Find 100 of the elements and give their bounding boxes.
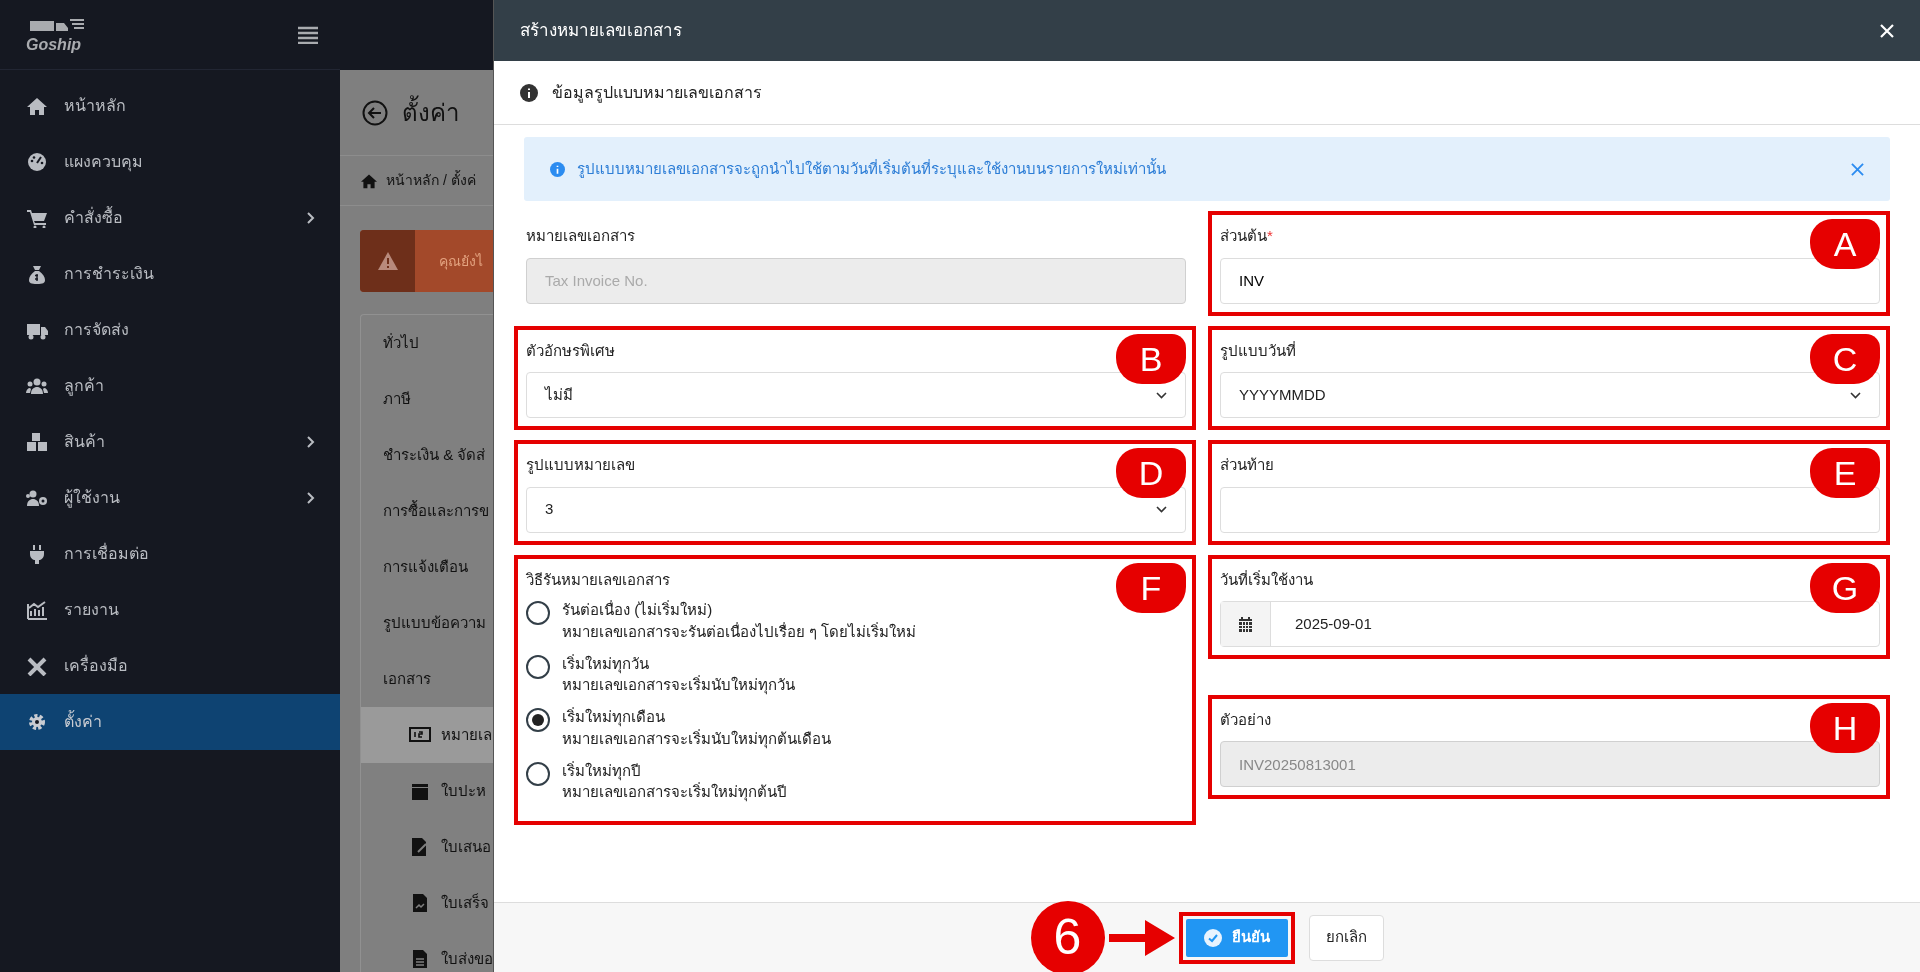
- chevron-down-icon: [1156, 506, 1167, 513]
- text-field[interactable]: INV: [1220, 257, 1880, 304]
- annotation-badge: E: [1810, 448, 1880, 498]
- calendar-icon: [1238, 616, 1253, 632]
- submenu-label: ใบเสนอ: [441, 836, 491, 857]
- settings-submenu-item[interactable]: ใบเสร็จ: [361, 875, 493, 931]
- dropdown[interactable]: 3: [526, 486, 1186, 533]
- radio-button[interactable]: [526, 761, 550, 786]
- submenu-label: ใบส่งขอ: [441, 948, 493, 969]
- required-mark: *: [1267, 227, 1273, 244]
- settings-submenu-item[interactable]: หมายเล: [361, 707, 493, 763]
- settings-submenu-item[interactable]: ใบส่งขอ: [361, 931, 493, 972]
- sidebar-item[interactable]: ผู้ใช้งาน: [0, 470, 340, 526]
- option-title: เริ่มใหม่ทุกเดือน: [562, 706, 666, 728]
- field-label: ตัวอักษรพิเศษ: [526, 340, 615, 361]
- option-title: เริ่มใหม่ทุกวัน: [562, 653, 649, 674]
- date-field[interactable]: 2025-09-01: [1220, 601, 1880, 647]
- sidebar-label: ผู้ใช้งาน: [64, 487, 121, 510]
- text-field: Tax Invoice No.: [526, 257, 1186, 304]
- settings-submenu-item[interactable]: ใบปะห: [361, 763, 493, 819]
- info-text: รูปแบบหมายเลขเอกสารจะถูกนำไปใช้ตามวันที่เริ่มต้นที่ระบุและใช้งานบนรายการใหม่เท่านั้น: [577, 157, 1167, 181]
- annotation-badge: C: [1810, 333, 1880, 384]
- cancel-button[interactable]: ยกเลิก: [1308, 914, 1384, 961]
- sidebar-item[interactable]: ตั้งค่า: [0, 694, 340, 750]
- tools-icon: [26, 656, 48, 676]
- sidebar-item[interactable]: ลูกค้า: [0, 358, 340, 414]
- option-description: หมายเลขเอกสารจะเริ่มนับใหม่ทุกต้นเดือน: [562, 728, 831, 750]
- option-title: รันต่อเนื่อง (ไม่เริ่มใหม่): [562, 599, 714, 620]
- home-icon: [360, 172, 378, 189]
- check-circle-icon: [1203, 928, 1222, 947]
- sidebar-label: หน้าหลัก: [64, 96, 127, 116]
- annotation-badge: F: [1116, 562, 1186, 613]
- settings-menu-item[interactable]: การซื้อและการข: [361, 483, 493, 539]
- option-description: หมายเลขเอกสารจะเริ่มใหม่ทุกต้นปี: [562, 781, 787, 803]
- sidebar-label: ตั้งค่า: [64, 710, 316, 734]
- page-title: ตั้งค่า: [402, 94, 459, 131]
- sidebar-item[interactable]: หน้าหลัก: [0, 78, 340, 134]
- annotation-badge: D: [1116, 448, 1186, 498]
- settings-menu-item[interactable]: ชำระเงิน & จัดส่: [361, 427, 493, 483]
- submenu-label: ใบเสร็จ: [441, 892, 489, 913]
- number-icon: [409, 725, 431, 745]
- field-label: รูปแบบวันที่: [1220, 340, 1296, 362]
- annotation-badge: H: [1810, 702, 1880, 753]
- home-icon: [26, 96, 48, 116]
- field-label: วันที่เริ่มใช้งาน: [1220, 569, 1313, 590]
- sidebar-item[interactable]: รายงาน: [0, 582, 340, 638]
- option-description: หมายเลขเอกสารจะรันต่อเนื่องไปเรื่อย ๆ โดยไม่เริ่มใหม่: [562, 621, 917, 642]
- field-label: ตัวอย่าง: [1220, 709, 1271, 730]
- chart-icon: [26, 600, 48, 620]
- sidebar-label: การชำระเงิน: [64, 264, 155, 284]
- sidebar-label: ลูกค้า: [64, 376, 105, 398]
- settings-menu-item[interactable]: ทั่วไป: [361, 315, 493, 371]
- settings-menu-item[interactable]: เอกสาร: [361, 651, 493, 707]
- sidebar-label: รายงาน: [64, 600, 120, 620]
- radio-button[interactable]: [526, 708, 550, 732]
- logo-text: Goship: [26, 36, 83, 53]
- info-icon: [550, 161, 565, 177]
- step-number: 6: [1030, 900, 1105, 972]
- sidebar-item[interactable]: เครื่องมือ: [0, 638, 340, 694]
- menu-icon[interactable]: [298, 25, 318, 44]
- warning-icon: [377, 252, 398, 270]
- settings-menu-item[interactable]: ภาษี: [361, 371, 493, 427]
- chevron-down-icon: [1156, 391, 1167, 399]
- annotation-badge: B: [1116, 333, 1186, 384]
- settings-menu-item[interactable]: รูปแบบข้อความ: [361, 595, 493, 651]
- sidebar-label: เครื่องมือ: [64, 654, 129, 676]
- sidebar-item[interactable]: สินค้า: [0, 414, 340, 470]
- field-label: หมายเลขเอกสาร: [526, 226, 635, 246]
- dropdown[interactable]: ไม่มี: [526, 372, 1186, 418]
- annotation-badge: G: [1810, 562, 1880, 613]
- settings-submenu-item[interactable]: ใบเสนอ: [361, 819, 493, 875]
- submenu-label: หมายเล: [441, 724, 492, 745]
- field-label: ส่วนต้น: [1220, 227, 1267, 244]
- sidebar-item[interactable]: คำสั่งซื้อ: [0, 190, 340, 246]
- boxes-icon: [26, 432, 48, 452]
- chevron-down-icon: [1850, 391, 1861, 399]
- modal-title: สร้างหมายเลขเอกสาร: [520, 19, 682, 42]
- sidebar-item[interactable]: แผงควบคุม: [0, 134, 340, 190]
- field-label: ส่วนท้าย: [1220, 455, 1274, 475]
- text-field[interactable]: [1220, 486, 1880, 533]
- gear-icon: [26, 712, 48, 732]
- submenu-label: ใบปะห: [441, 780, 486, 801]
- breadcrumb-text: หน้าหลัก / ตั้งค่: [386, 170, 476, 190]
- radio-button[interactable]: [526, 601, 550, 625]
- option-description: หมายเลขเอกสารจะเริ่มนับใหม่ทุกวัน: [562, 674, 795, 696]
- sidebar-item[interactable]: การชำระเงิน: [0, 246, 340, 302]
- radio-button[interactable]: [526, 654, 550, 679]
- sidebar-label: สินค้า: [64, 432, 106, 452]
- sidebar-item[interactable]: การเชื่อมต่อ: [0, 526, 340, 582]
- sidebar-item[interactable]: การจัดส่ง: [0, 302, 340, 358]
- option-title: เริ่มใหม่ทุกปี: [562, 760, 641, 781]
- text-field: INV20250813001: [1220, 741, 1880, 788]
- cart-icon: [26, 208, 48, 228]
- dropdown[interactable]: YYYYMMDD: [1220, 372, 1880, 418]
- box-icon: [409, 781, 431, 801]
- field-label: รูปแบบหมายเลข: [526, 455, 635, 476]
- sidebar-label: แผงควบคุม: [64, 152, 144, 174]
- alert-text: คุณยังไ: [438, 251, 483, 272]
- settings-menu-item[interactable]: การแจ้งเตือน: [361, 539, 493, 595]
- sidebar-label: การจัดส่ง: [64, 320, 130, 340]
